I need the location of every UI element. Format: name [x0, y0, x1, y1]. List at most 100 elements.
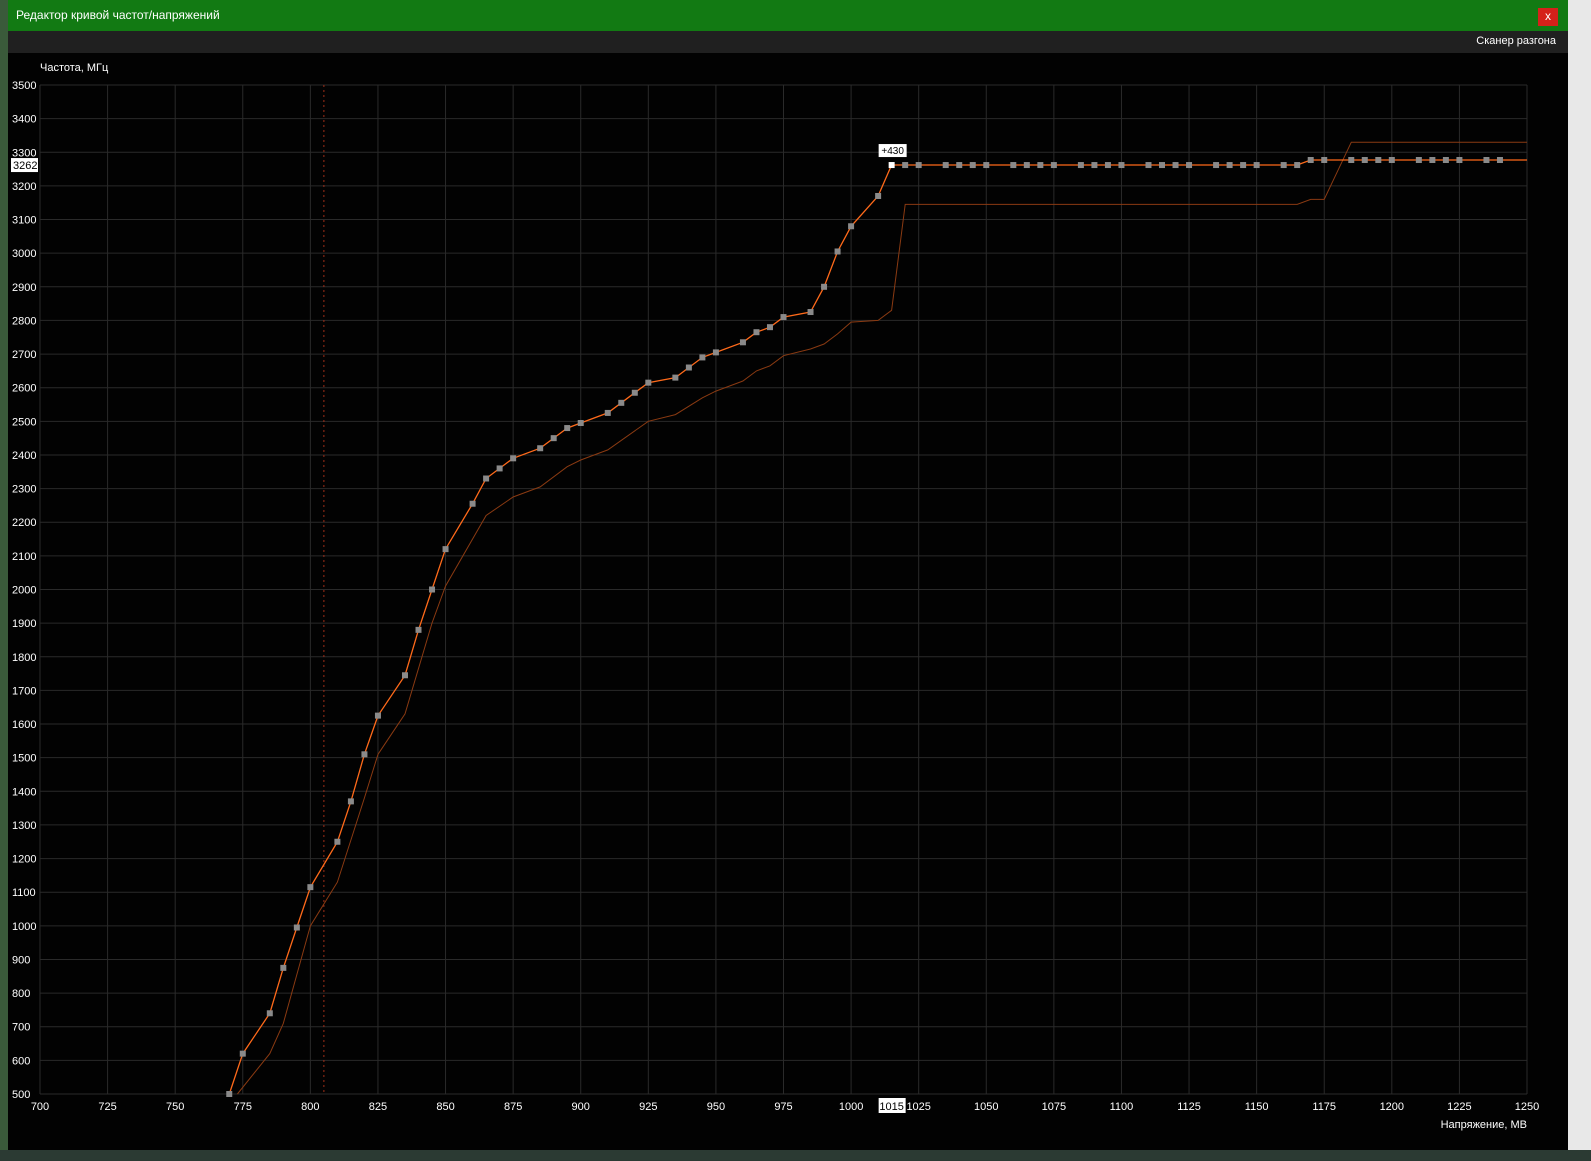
curve-point[interactable]: [334, 838, 341, 845]
curve-point[interactable]: [645, 379, 652, 386]
curve-point[interactable]: [672, 374, 679, 381]
y-tick-label: 3100: [12, 215, 36, 227]
x-tick-label: 700: [31, 1101, 49, 1113]
curve-point[interactable]: [1429, 157, 1436, 164]
curve-point[interactable]: [1294, 162, 1301, 169]
curve-point[interactable]: [1104, 162, 1111, 169]
curve-point[interactable]: [739, 339, 746, 346]
curve-point[interactable]: [1037, 162, 1044, 169]
curve-point[interactable]: [1280, 162, 1287, 169]
curve-point[interactable]: [361, 751, 368, 758]
y-tick-label: 1200: [12, 854, 36, 866]
curves: [228, 141, 1527, 1095]
baseline-curve-line: [237, 141, 1527, 1095]
curve-point[interactable]: [699, 354, 706, 361]
y-tick-label: 1900: [12, 618, 36, 630]
curve-point[interactable]: [1091, 162, 1098, 169]
curve-point[interactable]: [1145, 162, 1152, 169]
curve-point[interactable]: [469, 500, 476, 507]
curve-point[interactable]: [956, 162, 963, 169]
curve-point[interactable]: [1388, 157, 1395, 164]
curve-point[interactable]: [266, 1010, 273, 1017]
curve-point[interactable]: [537, 445, 544, 452]
curve-point[interactable]: [429, 586, 436, 593]
curve-point[interactable]: [496, 465, 503, 472]
close-button[interactable]: x: [1538, 8, 1558, 26]
curve-point[interactable]: [821, 283, 828, 290]
curve-point[interactable]: [1496, 157, 1503, 164]
title-bar[interactable]: Редактор кривой частот/напряжений x: [8, 0, 1568, 31]
y-tick-label: 1400: [12, 786, 36, 798]
x-tick-label: 1075: [1042, 1101, 1066, 1113]
curve-point[interactable]: [564, 425, 571, 432]
curve-point[interactable]: [834, 248, 841, 255]
curve-point[interactable]: [848, 223, 855, 230]
curve-point[interactable]: [1240, 162, 1247, 169]
curve-point[interactable]: [1307, 157, 1314, 164]
curve-point[interactable]: [1023, 162, 1030, 169]
curve-point[interactable]: [1483, 157, 1490, 164]
curve-point[interactable]: [1186, 162, 1193, 169]
curve-point[interactable]: [510, 455, 517, 462]
curve-point[interactable]: [942, 162, 949, 169]
curve-points[interactable]: [226, 157, 1503, 1097]
curve-point[interactable]: [307, 884, 314, 891]
curve-point[interactable]: [1415, 157, 1422, 164]
frequency-voltage-chart[interactable]: 700 725 750 775 800 825 850 875 900 925 950 975 1000…: [8, 53, 1568, 1150]
curve-point[interactable]: [550, 435, 557, 442]
curve-point[interactable]: [1442, 157, 1449, 164]
curve-point[interactable]: [766, 324, 773, 331]
curve-point[interactable]: [577, 420, 584, 427]
curve-point[interactable]: [293, 924, 300, 931]
curve-point[interactable]: [983, 162, 990, 169]
background-bottom-edge: [0, 1150, 1591, 1161]
scanner-menu-item[interactable]: Сканер разгона: [1476, 35, 1556, 47]
curve-point[interactable]: [226, 1091, 233, 1097]
curve-point[interactable]: [631, 389, 638, 396]
curve-point[interactable]: [347, 798, 354, 805]
y-tick-label: 2900: [12, 282, 36, 294]
selected-curve-point[interactable]: [888, 162, 895, 169]
curve-point[interactable]: [807, 309, 814, 316]
curve-point[interactable]: [902, 162, 909, 169]
curve-point[interactable]: [780, 314, 787, 321]
curve-point[interactable]: [915, 162, 922, 169]
curve-point[interactable]: [483, 475, 490, 482]
overlays: +430 3262 1015: [11, 144, 907, 1113]
x-tick-label: 1175: [1312, 1101, 1336, 1113]
curve-point[interactable]: [280, 964, 287, 971]
curve-point[interactable]: [618, 399, 625, 406]
curve-point[interactable]: [1118, 162, 1125, 169]
curve-point[interactable]: [1361, 157, 1368, 164]
curve-editor-window: Редактор кривой частот/напряжений x Скан…: [8, 0, 1568, 1150]
curve-point[interactable]: [753, 329, 760, 336]
curve-point[interactable]: [969, 162, 976, 169]
curve-point[interactable]: [415, 626, 422, 633]
curve-point[interactable]: [1172, 162, 1179, 169]
curve-point[interactable]: [1010, 162, 1017, 169]
curve-point[interactable]: [1456, 157, 1463, 164]
curve-point[interactable]: [401, 672, 408, 679]
curve-point[interactable]: [1077, 162, 1084, 169]
y-tick-label: 2200: [12, 517, 36, 529]
x-tick-label: 900: [572, 1101, 590, 1113]
curve-point[interactable]: [1226, 162, 1233, 169]
y-tick-label: 1500: [12, 753, 36, 765]
y-tick-label: 500: [12, 1089, 30, 1101]
curve-point[interactable]: [442, 546, 449, 553]
curve-point[interactable]: [712, 349, 719, 356]
y-tick-label: 1700: [12, 685, 36, 697]
curve-point[interactable]: [1159, 162, 1166, 169]
curve-point[interactable]: [239, 1050, 246, 1057]
curve-point[interactable]: [1348, 157, 1355, 164]
curve-point[interactable]: [374, 712, 381, 719]
curve-point[interactable]: [1321, 157, 1328, 164]
curve-point[interactable]: [1213, 162, 1220, 169]
curve-point[interactable]: [685, 364, 692, 371]
curve-point[interactable]: [1375, 157, 1382, 164]
curve-point[interactable]: [1253, 162, 1260, 169]
curve-point[interactable]: [875, 192, 882, 199]
x-tick-label: 750: [166, 1101, 184, 1113]
curve-point[interactable]: [604, 409, 611, 416]
curve-point[interactable]: [1050, 162, 1057, 169]
